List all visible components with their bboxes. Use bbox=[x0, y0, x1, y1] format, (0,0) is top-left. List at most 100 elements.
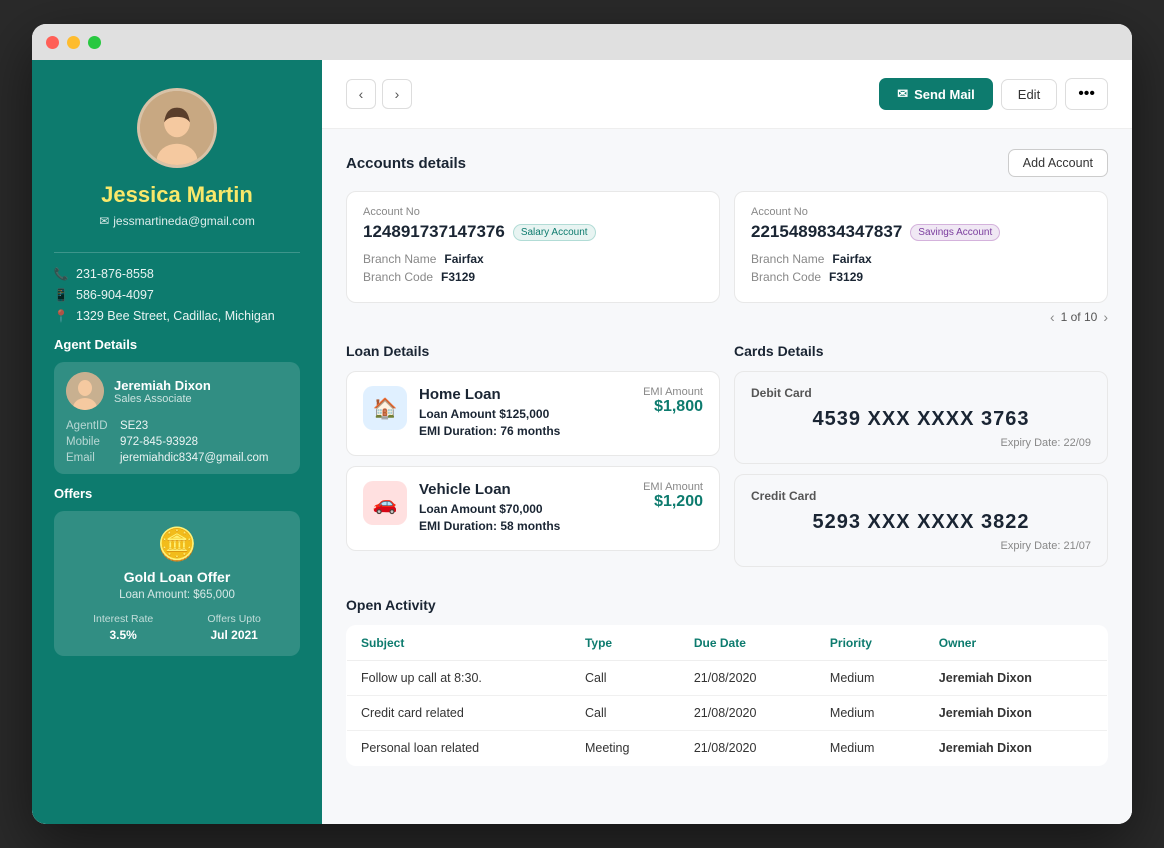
offer-icon: 🪙 bbox=[66, 525, 288, 563]
vehicle-loan-emi: EMI Amount $1,200 bbox=[643, 481, 703, 511]
home-loan-emi: EMI Amount $1,800 bbox=[643, 386, 703, 416]
mail-icon: ✉ bbox=[99, 214, 109, 228]
debit-card-item: Debit Card 4539 XXX XXXX 3763 Expiry Dat… bbox=[734, 371, 1108, 464]
agent-id-row: AgentID SE23 bbox=[66, 420, 288, 432]
pagination-next[interactable]: › bbox=[1103, 309, 1108, 325]
agent-avatar bbox=[66, 372, 104, 410]
left-panel: Jessica Martin ✉ jessmartineda@gmail.com… bbox=[32, 60, 322, 824]
account-no-label-2: Account No bbox=[751, 206, 1091, 218]
account-number-2: 2215489834347837 bbox=[751, 222, 902, 242]
agent-header: Jeremiah Dixon Sales Associate bbox=[66, 372, 288, 410]
activity-due-0: 21/08/2020 bbox=[680, 661, 816, 696]
agent-details: AgentID SE23 Mobile 972-845-93928 Email … bbox=[66, 420, 288, 464]
activity-owner-1: Jeremiah Dixon bbox=[925, 696, 1108, 731]
offers-upto-label: Offers Upto bbox=[207, 613, 261, 625]
accounts-section-header: Accounts details Add Account bbox=[346, 149, 1108, 177]
activity-table: Subject Type Due Date Priority Owner Fol… bbox=[346, 625, 1108, 766]
edit-button[interactable]: Edit bbox=[1001, 79, 1057, 110]
send-mail-button[interactable]: ✉ Send Mail bbox=[879, 78, 993, 110]
customer-avatar bbox=[137, 88, 217, 168]
activity-type-2: Meeting bbox=[571, 731, 680, 766]
accounts-pagination: ‹ 1 of 10 › bbox=[346, 309, 1108, 325]
activity-priority-2: Medium bbox=[816, 731, 925, 766]
accounts-section-title: Accounts details bbox=[346, 155, 466, 172]
activity-type-1: Call bbox=[571, 696, 680, 731]
activity-due-1: 21/08/2020 bbox=[680, 696, 816, 731]
home-loan-icon: 🏠 bbox=[363, 386, 407, 430]
loan-card-vehicle: 🚗 Vehicle Loan Loan Amount $70,000 EMI D… bbox=[346, 466, 720, 551]
credit-card-number: 5293 XXX XXXX 3822 bbox=[751, 511, 1091, 534]
account-no-row-2: 2215489834347837 Savings Account bbox=[751, 222, 1091, 242]
activity-priority-0: Medium bbox=[816, 661, 925, 696]
main-content: Accounts details Add Account Account No … bbox=[322, 129, 1132, 786]
mail-btn-icon: ✉ bbox=[897, 86, 908, 102]
activity-priority-1: Medium bbox=[816, 696, 925, 731]
agent-info: Jeremiah Dixon Sales Associate bbox=[114, 378, 211, 405]
debit-card-expiry: Expiry Date: 22/09 bbox=[751, 437, 1091, 449]
divider-1 bbox=[54, 252, 300, 253]
account-branch-name-2: Branch Name Fairfax bbox=[751, 252, 1091, 266]
activity-section-title: Open Activity bbox=[346, 597, 1108, 613]
agent-email-row: Email jeremiahdic8347@gmail.com bbox=[66, 452, 288, 464]
vehicle-loan-icon: 🚗 bbox=[363, 481, 407, 525]
activity-body: Follow up call at 8:30. Call 21/08/2020 … bbox=[347, 661, 1108, 766]
account-card-1: Account No 124891737147376 Salary Accoun… bbox=[346, 191, 720, 303]
loans-section-title: Loan Details bbox=[346, 343, 720, 359]
activity-type-0: Call bbox=[571, 661, 680, 696]
avatar-wrap bbox=[54, 88, 300, 168]
agent-section-title: Agent Details bbox=[54, 337, 300, 352]
offer-stats: Interest Rate 3.5% Offers Upto Jul 2021 bbox=[66, 613, 288, 642]
cards-section-title: Cards Details bbox=[734, 343, 1108, 359]
more-options-button[interactable]: ••• bbox=[1065, 78, 1108, 110]
home-loan-emi-duration: EMI Duration: 76 months bbox=[419, 424, 631, 438]
nav-prev-button[interactable]: ‹ bbox=[346, 79, 376, 109]
account-branch-code-2: Branch Code F3129 bbox=[751, 270, 1091, 284]
offer-card: 🪙 Gold Loan Offer Loan Amount: $65,000 I… bbox=[54, 511, 300, 656]
credit-card-item: Credit Card 5293 XXX XXXX 3822 Expiry Da… bbox=[734, 474, 1108, 567]
col-due-date: Due Date bbox=[680, 626, 816, 661]
offers-section-title: Offers bbox=[54, 486, 300, 501]
debit-card-number: 4539 XXX XXXX 3763 bbox=[751, 408, 1091, 431]
loans-column: Loan Details 🏠 Home Loan Loan Amount $12… bbox=[346, 343, 720, 577]
agent-email-value: jeremiahdic8347@gmail.com bbox=[120, 452, 268, 464]
titlebar bbox=[32, 24, 1132, 60]
col-owner: Owner bbox=[925, 626, 1108, 661]
account-no-row-1: 124891737147376 Salary Account bbox=[363, 222, 703, 242]
agent-mobile-label: Mobile bbox=[66, 436, 112, 448]
agent-role: Sales Associate bbox=[114, 393, 211, 405]
activity-owner-0: Jeremiah Dixon bbox=[925, 661, 1108, 696]
debit-card-type: Debit Card bbox=[751, 386, 1091, 400]
offer-name: Gold Loan Offer bbox=[66, 569, 288, 585]
nav-next-button[interactable]: › bbox=[382, 79, 412, 109]
close-btn[interactable] bbox=[46, 36, 59, 49]
location-icon: 📍 bbox=[54, 309, 68, 323]
pagination-prev[interactable]: ‹ bbox=[1050, 309, 1055, 325]
activity-owner-2: Jeremiah Dixon bbox=[925, 731, 1108, 766]
maximize-btn[interactable] bbox=[88, 36, 101, 49]
activity-due-2: 21/08/2020 bbox=[680, 731, 816, 766]
minimize-btn[interactable] bbox=[67, 36, 80, 49]
agent-card: Jeremiah Dixon Sales Associate AgentID S… bbox=[54, 362, 300, 474]
vehicle-loan-emi-duration: EMI Duration: 58 months bbox=[419, 519, 631, 533]
add-account-button[interactable]: Add Account bbox=[1008, 149, 1108, 177]
home-loan-name: Home Loan bbox=[419, 386, 631, 403]
credit-card-type: Credit Card bbox=[751, 489, 1091, 503]
interest-value: 3.5% bbox=[93, 628, 153, 642]
nav-arrows: ‹ › bbox=[346, 79, 412, 109]
address-row: 📍 1329 Bee Street, Cadillac, Michigan bbox=[54, 309, 300, 323]
agent-id-value: SE23 bbox=[120, 420, 148, 432]
offers-upto-stat: Offers Upto Jul 2021 bbox=[207, 613, 261, 642]
phone2-row: 📱 586-904-4097 bbox=[54, 288, 300, 302]
activity-row-2: Personal loan related Meeting 21/08/2020… bbox=[347, 731, 1108, 766]
activity-subject-0: Follow up call at 8:30. bbox=[347, 661, 571, 696]
account-branch-code-1: Branch Code F3129 bbox=[363, 270, 703, 284]
top-actions: ✉ Send Mail Edit ••• bbox=[879, 78, 1108, 110]
interest-stat: Interest Rate 3.5% bbox=[93, 613, 153, 642]
app-window: Jessica Martin ✉ jessmartineda@gmail.com… bbox=[32, 24, 1132, 824]
agent-mobile-value: 972-845-93928 bbox=[120, 436, 198, 448]
account-no-label-1: Account No bbox=[363, 206, 703, 218]
agent-mobile-row: Mobile 972-845-93928 bbox=[66, 436, 288, 448]
home-loan-info: Home Loan Loan Amount $125,000 EMI Durat… bbox=[419, 386, 631, 441]
activity-subject-1: Credit card related bbox=[347, 696, 571, 731]
account-number-1: 124891737147376 bbox=[363, 222, 505, 242]
